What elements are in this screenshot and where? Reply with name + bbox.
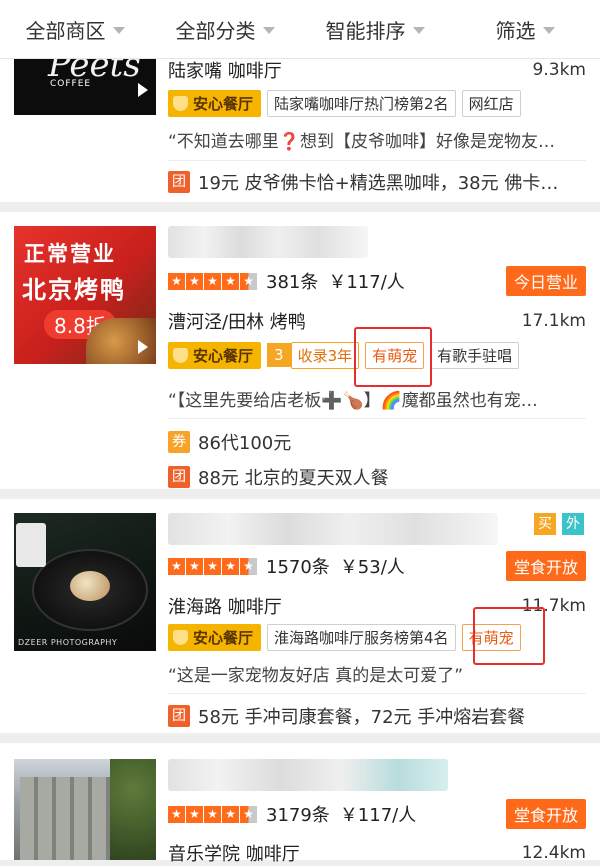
shop-area: 音乐学院 咖啡厅 (168, 844, 300, 865)
rating-stars: ★ ★ ★ ★ ★ (168, 272, 258, 290)
chevron-down-icon (112, 27, 125, 34)
filter-category-label: 全部分类 (175, 18, 256, 43)
filter-sort-label: 智能排序 (325, 18, 406, 43)
group-deal-icon: 团 (168, 171, 190, 193)
review-quote: “不知道去哪里❓想到【皮爷咖啡】好像是宠物友… (168, 131, 555, 152)
avg-price: ￥117/人 (339, 805, 417, 826)
filter-more[interactable]: 筛选 (450, 15, 600, 44)
group-deal-icon: 团 (168, 466, 190, 488)
review-count: 381条 (266, 272, 319, 293)
shop-card[interactable]: DZEER PHOTOGRAPHY 买 外 ★ ★ ★ ★ ★ 1570条 ￥53/人 … (0, 499, 600, 733)
filter-district[interactable]: 全部商区 (0, 15, 150, 44)
history-tag: 收录3年 (290, 341, 360, 369)
dine-in-status-badge: 堂食开放 (505, 551, 586, 581)
star-icon: ★ (186, 805, 203, 823)
star-icon: ★ (186, 557, 203, 575)
play-icon (138, 83, 148, 97)
star-icon: ★ (222, 557, 239, 575)
deal-item[interactable]: 团 58元 手冲司康套餐，72元 手冲熔岩套餐 (168, 703, 525, 729)
chevron-down-icon (262, 27, 275, 34)
star-icon: ★ (186, 272, 203, 290)
filter-sort[interactable]: 智能排序 (300, 15, 450, 44)
history-number-badge: 3 (267, 343, 291, 367)
shield-icon (173, 95, 188, 111)
thumb-tree (110, 759, 156, 860)
deal-text: 58元 手冲司康套餐，72元 手冲熔岩套餐 (198, 707, 526, 728)
deal-item[interactable]: 团 88元 北京的夏天双人餐 (168, 464, 389, 490)
shop-area: 淮海路 咖啡厅 (168, 597, 282, 618)
ranking-tag[interactable]: 陆家嘴咖啡厅热门榜第2名 (267, 89, 456, 117)
highlight-box (354, 327, 432, 387)
thumb-promo-line-1: 正常营业 (24, 242, 116, 266)
safe-restaurant-badge: 安心餐厅 (168, 623, 262, 651)
shop-thumbnail[interactable]: 正常营业 北京烤鸭 8.8折 (14, 226, 156, 364)
safe-restaurant-badge: 安心餐厅 (168, 341, 262, 369)
review-quote: “【这里先要给店老板➕🍗】🌈魔都虽然也有宠… (168, 390, 538, 411)
review-quote: “这是一家宠物友好店 真的是太可爱了” (168, 665, 464, 686)
voucher-icon: 券 (168, 431, 190, 453)
review-count: 1570条 (266, 557, 330, 578)
star-icon: ★ (168, 805, 185, 823)
thumb-dessert (70, 571, 110, 601)
safe-restaurant-badge: 安心餐厅 (168, 89, 262, 117)
avg-price: ￥53/人 (339, 557, 405, 578)
thumb-brand-label: COFFEE (50, 79, 92, 89)
deal-text: 19元 皮爷佛卡恰+精选黑咖啡，38元 佛卡… (198, 173, 559, 194)
chevron-down-icon (412, 27, 425, 34)
shop-thumbnail[interactable] (14, 759, 156, 860)
avg-price: ￥117/人 (328, 272, 405, 293)
filter-more-label: 筛选 (495, 18, 536, 43)
thumb-cup (16, 523, 46, 567)
shop-distance: 17.1km (521, 311, 586, 331)
deal-text: 86代100元 (198, 433, 292, 454)
shop-card[interactable]: Peets COFFEE 陆家嘴 咖啡厅 9.3km 安心餐厅 陆家嘴咖啡厅热门… (0, 59, 600, 202)
shield-icon (173, 347, 188, 363)
live-singer-tag[interactable]: 有歌手驻唱 (430, 341, 520, 369)
group-deal-icon: 团 (168, 705, 190, 727)
shop-thumbnail[interactable]: Peets COFFEE (14, 59, 156, 115)
star-half-icon: ★ (240, 805, 257, 823)
thumb-building (20, 777, 110, 860)
blurred-shop-name (168, 513, 498, 545)
dine-in-status-badge: 堂食开放 (505, 799, 586, 829)
star-icon: ★ (204, 557, 221, 575)
thumb-watermark: DZEER PHOTOGRAPHY (18, 638, 118, 647)
star-icon: ★ (168, 557, 185, 575)
star-icon: ★ (204, 805, 221, 823)
shop-area: 陆家嘴 咖啡厅 (168, 61, 282, 82)
highlight-box (473, 607, 545, 665)
review-count: 3179条 (266, 805, 330, 826)
ranking-tag[interactable]: 淮海路咖啡厅服务榜第4名 (267, 623, 456, 651)
shield-icon (173, 629, 188, 645)
star-icon: ★ (222, 805, 239, 823)
filter-category[interactable]: 全部分类 (150, 15, 300, 44)
chevron-down-icon (542, 27, 555, 34)
star-icon: ★ (204, 272, 221, 290)
rating-stars: ★ ★ ★ ★ ★ (168, 557, 258, 575)
deal-text: 88元 北京的夏天双人餐 (198, 468, 389, 489)
star-icon: ★ (222, 272, 239, 290)
rating-stars: ★ ★ ★ ★ ★ (168, 805, 258, 823)
thumb-promo-line-2: 北京烤鸭 (22, 276, 126, 304)
shop-distance: 12.4km (521, 843, 586, 863)
buy-badge: 买 (534, 513, 556, 535)
feature-tag[interactable]: 网红店 (461, 89, 521, 117)
star-icon: ★ (168, 272, 185, 290)
shop-thumbnail[interactable]: DZEER PHOTOGRAPHY (14, 513, 156, 651)
delivery-badge: 外 (562, 513, 584, 535)
blurred-shop-name (168, 759, 448, 791)
shop-card[interactable]: ★ ★ ★ ★ ★ 3179条 ￥117/人 堂食开放 音乐学院 咖啡厅 12.4km (0, 743, 600, 865)
play-icon (138, 340, 148, 354)
deal-item[interactable]: 券 86代100元 (168, 429, 291, 455)
filter-bar: 全部商区 全部分类 智能排序 筛选 (0, 0, 600, 59)
shop-card[interactable]: 正常营业 北京烤鸭 8.8折 ★ ★ ★ ★ ★ 381条 ￥117/人 今日营业 漕河… (0, 212, 600, 489)
blurred-shop-name (168, 226, 368, 258)
filter-district-label: 全部商区 (25, 18, 106, 43)
shop-distance: 9.3km (532, 60, 586, 80)
shop-area: 漕河泾/田林 烤鸭 (168, 312, 306, 333)
star-half-icon: ★ (240, 272, 257, 290)
star-half-icon: ★ (240, 557, 257, 575)
open-status-badge: 今日营业 (505, 266, 586, 296)
deal-item[interactable]: 团 19元 皮爷佛卡恰+精选黑咖啡，38元 佛卡… (168, 169, 558, 195)
